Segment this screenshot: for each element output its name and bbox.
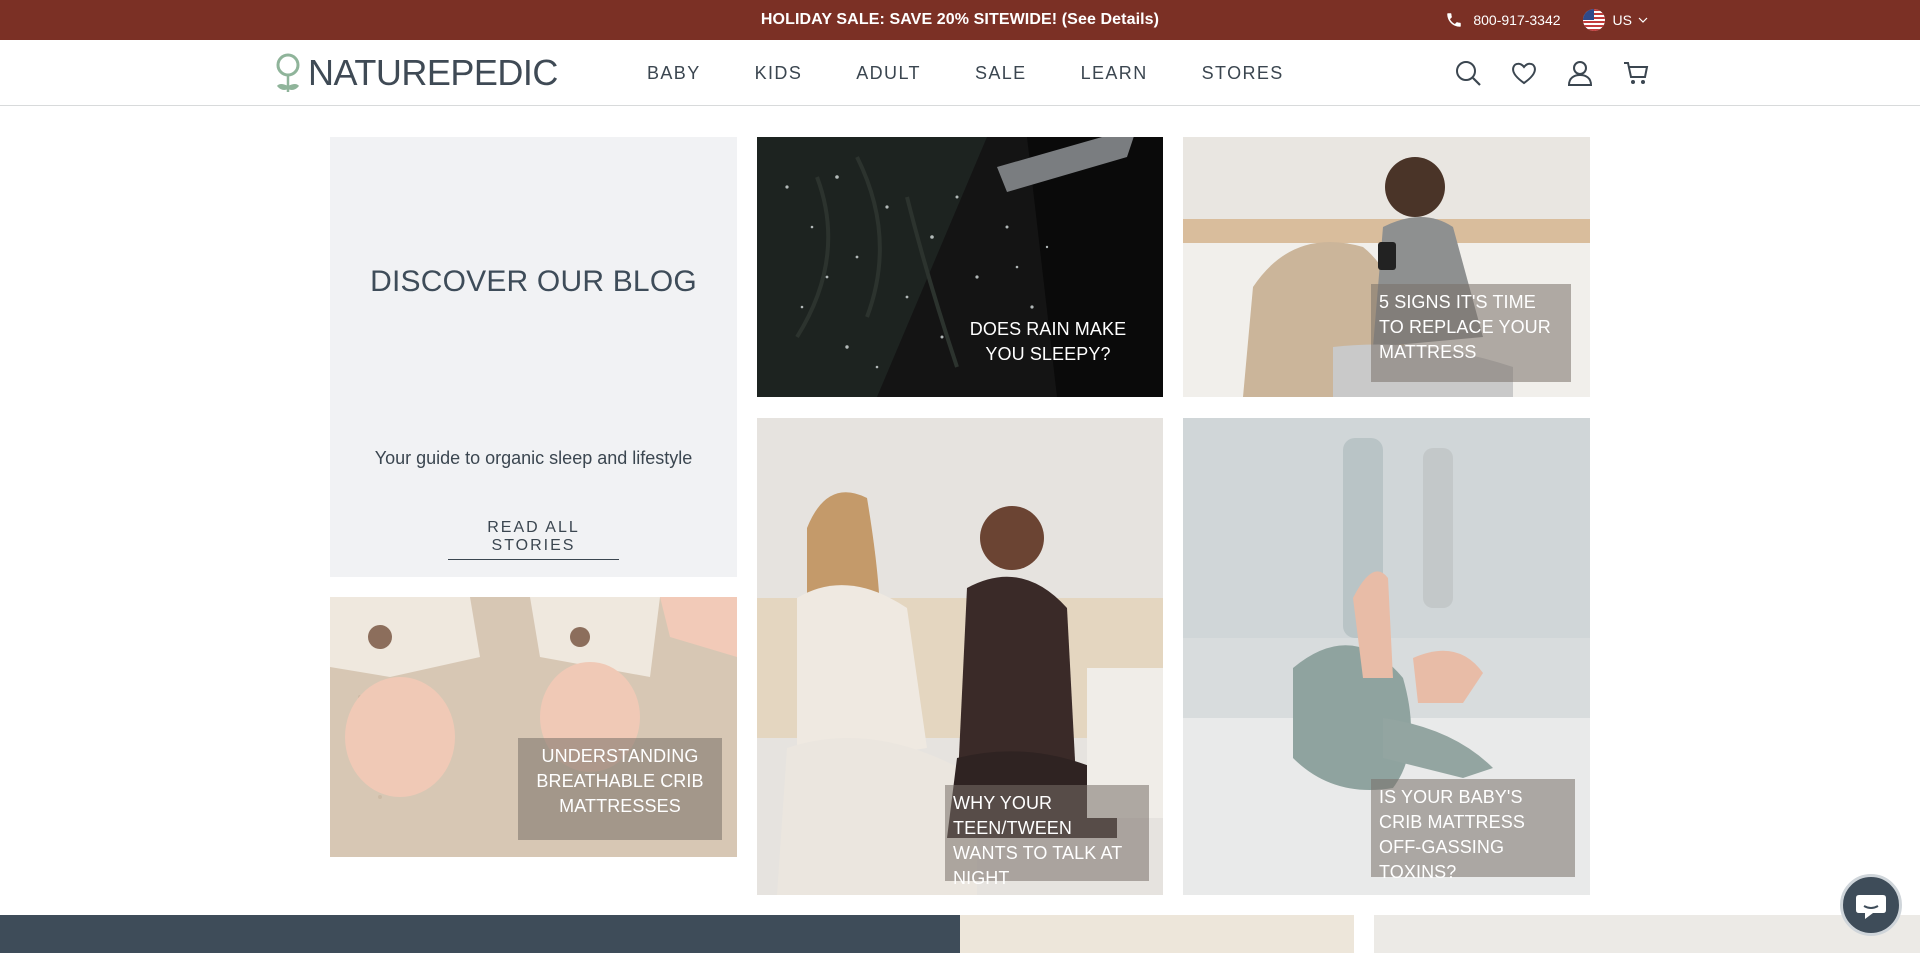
heart-icon[interactable]: [1510, 59, 1538, 87]
post-title: 5 SIGNS IT'S TIME TO REPLACE YOUR MATTRE…: [1371, 284, 1571, 382]
blog-subtitle: Your guide to organic sleep and lifestyl…: [374, 448, 693, 468]
post-title: DOES RAIN MAKE YOU SLEEPY?: [969, 319, 1127, 364]
phone-icon: [1447, 13, 1462, 27]
read-all-stories-link[interactable]: READ ALL STORIES: [448, 519, 619, 560]
blog-post-mattress-signs[interactable]: 5 SIGNS IT'S TIME TO REPLACE YOUR MATTRE…: [1183, 137, 1590, 397]
us-flag-icon[interactable]: [1582, 9, 1605, 31]
search-icon[interactable]: [1454, 59, 1482, 87]
cart-icon[interactable]: [1622, 59, 1650, 87]
user-icon[interactable]: [1566, 59, 1594, 87]
nav-adult[interactable]: ADULT: [856, 63, 921, 84]
promo-band-image-right: [1374, 915, 1920, 953]
chat-icon: [1856, 895, 1886, 919]
blog-post-teen-talk[interactable]: WHY YOUR TEEN/TWEEN WANTS TO TALK AT NIG…: [757, 418, 1163, 895]
promo-band-image: [960, 915, 1354, 953]
promo-band-dark: [0, 915, 960, 953]
post-title: WHY YOUR TEEN/TWEEN WANTS TO TALK AT NIG…: [945, 785, 1149, 888]
blog-post-breathable-crib[interactable]: UNDERSTANDING BREATHABLE CRIB MATTRESSES: [330, 597, 737, 857]
nav-stores[interactable]: STORES: [1202, 63, 1284, 84]
chevron-down-icon[interactable]: [1638, 15, 1648, 25]
nav-learn[interactable]: LEARN: [1081, 63, 1148, 84]
leaf-logo-icon: [276, 53, 300, 92]
nav-kids[interactable]: KIDS: [755, 63, 803, 84]
promo-bar: HOLIDAY SALE: SAVE 20% SITEWIDE! (See De…: [0, 0, 1920, 40]
site-header: NATUREPEDIC BABY KIDS ADULT SALE LEARN S…: [0, 40, 1920, 106]
blog-intro-card: DISCOVER OUR BLOG Your guide to organic …: [330, 137, 737, 577]
logo-text: NATUREPEDIC: [308, 52, 558, 93]
country-selector[interactable]: US: [1613, 12, 1632, 28]
main-nav: BABY KIDS ADULT SALE LEARN STORES: [647, 40, 1338, 106]
post-title: IS YOUR BABY'S CRIB MATTRESS OFF-GASSING…: [1371, 779, 1575, 882]
logo[interactable]: NATUREPEDIC: [274, 51, 558, 95]
blog-post-rain[interactable]: DOES RAIN MAKE YOU SLEEPY?: [757, 137, 1163, 397]
blog-post-off-gassing[interactable]: IS YOUR BABY'S CRIB MATTRESS OFF-GASSING…: [1183, 418, 1590, 895]
nav-baby[interactable]: BABY: [647, 63, 701, 84]
post-title: UNDERSTANDING BREATHABLE CRIB MATTRESSES: [518, 738, 722, 840]
phone-number[interactable]: 800-917-3342: [1473, 12, 1560, 28]
promo-utilities: 800-917-3342 US: [1445, 0, 1648, 40]
blog-title: DISCOVER OUR BLOG: [370, 265, 697, 298]
header-icons: [1426, 40, 1650, 106]
nav-sale[interactable]: SALE: [975, 63, 1027, 84]
chat-button[interactable]: [1840, 874, 1902, 936]
